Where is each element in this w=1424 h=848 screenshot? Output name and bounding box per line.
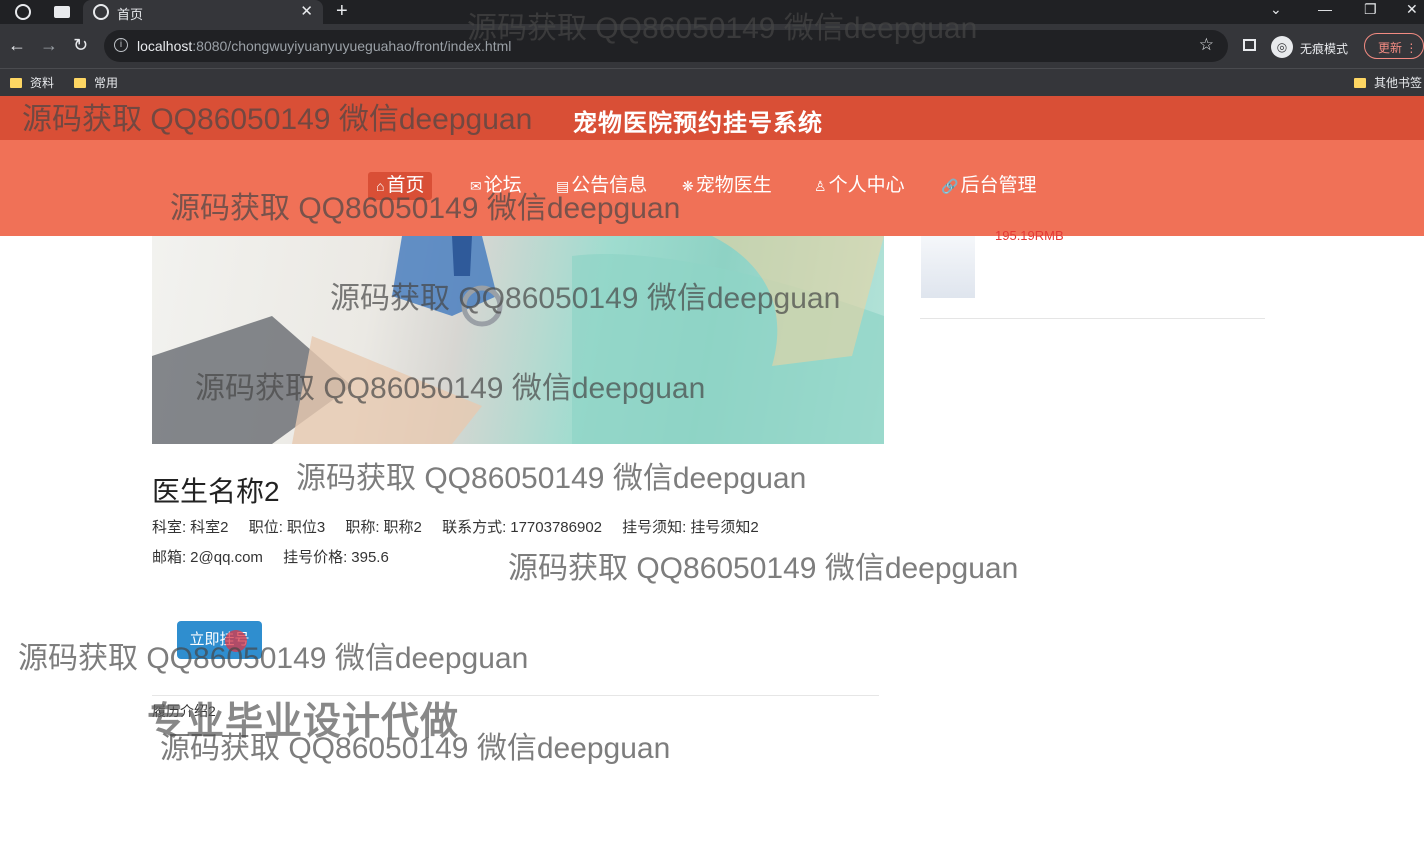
nav-forum[interactable]: ✉ 论坛 <box>462 172 530 200</box>
reload-icon[interactable]: ↻ <box>73 35 88 56</box>
back-icon[interactable]: ← <box>8 35 26 56</box>
watermark: 源码获取 QQ86050149 微信deepguan <box>508 552 1019 585</box>
doctor-name: 医生名称2 <box>152 476 280 507</box>
home-icon: ⌂ <box>376 178 385 194</box>
incognito-icon[interactable]: ◎ <box>1271 36 1293 58</box>
promo-overlay: 专业毕业设计代做 <box>147 701 460 743</box>
doctor-info-row-2: 邮箱: 2@qq.com 挂号价格: 395.6 <box>152 549 389 566</box>
forward-icon[interactable]: → <box>40 35 58 56</box>
address-bar[interactable]: i localhost:8080/chongwuyiyuanyuyueguaha… <box>104 30 1228 62</box>
doctor-photo <box>152 236 884 444</box>
site-info-icon[interactable]: i <box>114 38 128 52</box>
link-icon: 🔗 <box>941 178 959 194</box>
bookmarks-bar: 资料 常用 其他书签 <box>0 68 1424 96</box>
click-indicator <box>225 630 247 652</box>
minimize-icon[interactable]: — <box>1318 1 1332 17</box>
nav-personal-center[interactable]: ♙ 个人中心 <box>806 172 913 200</box>
bookmark-folder-changyong[interactable]: 常用 <box>74 74 118 91</box>
nav-notice[interactable]: ▤ 公告信息 <box>548 172 655 200</box>
tab-title: 首页 <box>117 7 144 22</box>
browser-tab[interactable]: 首页 ✕ <box>83 0 323 24</box>
notice-icon: ▤ <box>556 178 570 194</box>
site-title: 宠物医院预约挂号系统 <box>573 110 823 137</box>
nav-doctors[interactable]: ❋ 宠物医生 <box>674 172 780 200</box>
doctor-info-row-1: 科室: 科室2 职位: 职位3 职称: 职称2 联系方式: 17703786902 挂号… <box>152 519 759 536</box>
user-icon: ♙ <box>814 178 827 194</box>
folder-icon <box>10 78 22 88</box>
doctor-thumbnail[interactable] <box>921 236 975 298</box>
mail-icon: ✉ <box>470 178 482 194</box>
url-text[interactable]: localhost:8080/chongwuyiyuanyuyueguahao/… <box>137 38 511 54</box>
nav-home[interactable]: ⌂ 首页 <box>368 172 433 200</box>
folder-icon <box>1354 78 1366 88</box>
window-icon[interactable] <box>54 6 70 18</box>
tab-close-icon[interactable]: ✕ <box>300 2 313 20</box>
watermark: 源码获取 QQ86050149 微信deepguan <box>296 462 807 495</box>
folder-icon <box>74 78 86 88</box>
watermark: 源码获取 QQ86050149 微信deepguan <box>18 642 529 675</box>
bookmark-folder-ziliao[interactable]: 资料 <box>10 74 54 91</box>
browser-tab-strip: 首页 ✕ + ⌄ — ❐ ✕ <box>0 0 1424 24</box>
new-tab-button[interactable]: + <box>336 0 348 23</box>
doctor-photo-illustration <box>152 236 884 444</box>
tab-search-icon[interactable]: ⌄ <box>1270 1 1282 18</box>
restore-icon[interactable]: ❐ <box>1364 1 1377 18</box>
nav-admin[interactable]: 🔗 后台管理 <box>933 172 1044 200</box>
browser-toolbar: ← → ↻ i localhost:8080/chongwuyiyuanyuyu… <box>0 24 1424 68</box>
side-panel-icon[interactable] <box>1243 39 1256 51</box>
asterisk-icon: ❋ <box>682 178 694 194</box>
bookmark-folder-other[interactable]: 其他书签 <box>1354 74 1422 91</box>
window-close-icon[interactable]: ✕ <box>1406 1 1418 18</box>
incognito-label: 无痕模式 <box>1300 42 1349 56</box>
book-appointment-button[interactable]: 立即挂号 <box>177 621 262 659</box>
globe-icon[interactable] <box>15 4 31 20</box>
sidebar-price: 195.19RMB <box>995 228 1064 243</box>
bookmark-star-icon[interactable]: ☆ <box>1199 35 1214 55</box>
favicon-globe-icon <box>93 4 109 20</box>
update-button[interactable]: 更新 ⋮ <box>1364 33 1424 59</box>
sidebar-divider <box>920 318 1265 319</box>
